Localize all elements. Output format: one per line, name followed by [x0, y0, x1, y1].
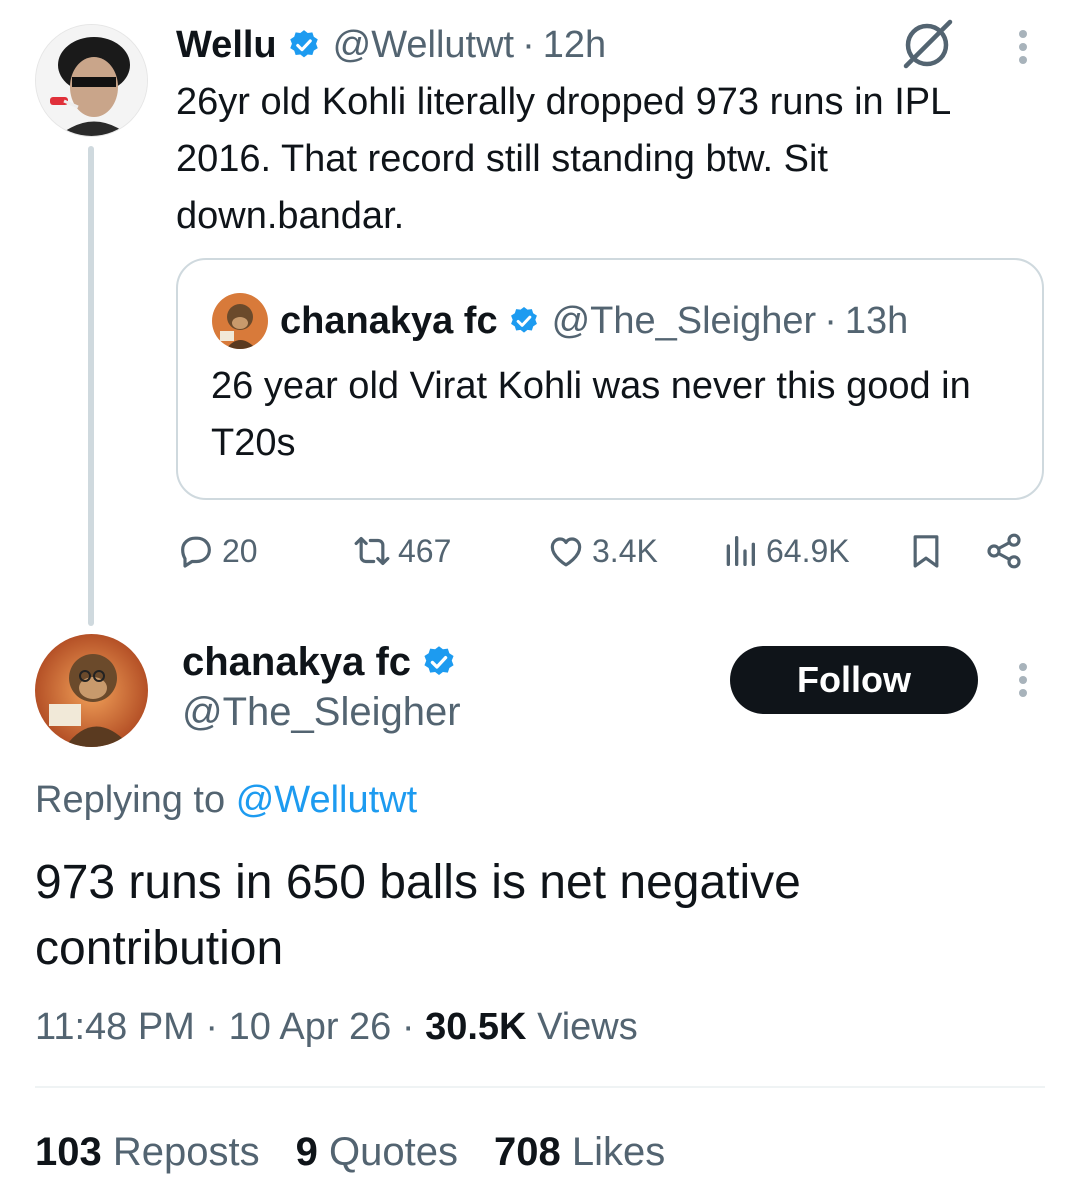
- parent-tweet-text: 26yr old Kohli literally dropped 973 run…: [176, 81, 950, 237]
- tweet-meta: 11:48 PM · 10 Apr 26 · 30.5K Views: [35, 1006, 638, 1049]
- reposts-stat[interactable]: 103 Reposts: [35, 1130, 260, 1175]
- quoted-tweet-card[interactable]: chanakya fc @The_Sleigher · 13h 26 year …: [176, 258, 1044, 500]
- more-icon[interactable]: [1015, 30, 1031, 64]
- views-icon: [726, 536, 755, 566]
- quoted-author-name: chanakya fc: [280, 299, 498, 342]
- tweet-views-label: Views: [537, 1006, 638, 1048]
- more-icon[interactable]: [1015, 663, 1031, 697]
- reply-count: 20: [222, 532, 258, 569]
- quotes-label: Quotes: [329, 1130, 458, 1174]
- views-count: 64.9K: [766, 532, 850, 569]
- likes-stat[interactable]: 708 Likes: [494, 1130, 665, 1175]
- separator-dot: ·: [522, 23, 535, 66]
- verified-badge-icon: [424, 646, 454, 676]
- repost-button[interactable]: 467: [352, 525, 451, 577]
- replying-to-link[interactable]: @Wellutwt: [236, 779, 417, 821]
- main-tweet-text: 973 runs in 650 balls is net negative co…: [35, 856, 801, 975]
- reply-icon: [181, 536, 211, 568]
- separator-dot: ·: [401, 1006, 426, 1048]
- tweet-date[interactable]: 10 Apr 26: [229, 1006, 392, 1048]
- like-count: 3.4K: [592, 532, 658, 569]
- like-icon: [550, 537, 582, 567]
- replying-prefix: Replying to: [35, 779, 226, 821]
- likes-count: 708: [493, 1130, 561, 1174]
- reply-button[interactable]: 20: [176, 525, 258, 577]
- engagement-stats: 103 Reposts 9 Quotes 708 Likes: [35, 1130, 665, 1175]
- quoted-author-avatar[interactable]: [212, 293, 268, 349]
- parent-tweet-header: Wellu @Wellutwt · 12h: [176, 22, 606, 68]
- like-button[interactable]: 3.4K: [546, 525, 658, 577]
- follow-button[interactable]: Follow: [730, 646, 978, 714]
- verified-badge-icon: [510, 307, 537, 333]
- main-author-handle[interactable]: @The_Sleigher: [182, 690, 461, 735]
- likes-label: Likes: [571, 1130, 666, 1174]
- tweet-time[interactable]: 11:48 PM: [35, 1006, 195, 1048]
- repost-icon: [354, 536, 390, 566]
- views-button[interactable]: 64.9K: [720, 525, 850, 577]
- reposts-label: Reposts: [112, 1130, 260, 1174]
- quoted-tweet-header: chanakya fc @The_Sleigher · 13h: [280, 298, 908, 344]
- bookmark-button[interactable]: [906, 525, 952, 577]
- divider: [35, 1086, 1045, 1088]
- reposts-count: 103: [35, 1130, 102, 1174]
- tweet-views-count: 30.5K: [425, 1006, 527, 1048]
- bookmark-icon: [913, 535, 939, 568]
- share-button[interactable]: [984, 525, 1030, 577]
- quoted-tweet-text: 26 year old Virat Kohli was never this g…: [211, 365, 971, 464]
- thread-connector-line: [88, 146, 94, 626]
- repost-count: 467: [398, 532, 452, 569]
- quoted-author-handle: @The_Sleigher: [551, 299, 817, 342]
- tweet-action-bar: 20 467 3.4K 64.9K: [176, 525, 1036, 577]
- main-author-avatar[interactable]: [35, 634, 148, 747]
- verified-badge-icon: [289, 30, 318, 58]
- separator-dot: ·: [205, 1006, 229, 1048]
- quotes-count: 9: [295, 1130, 318, 1174]
- parent-author-handle[interactable]: @Wellutwt: [333, 24, 514, 67]
- parent-tweet-time[interactable]: 12h: [543, 24, 606, 67]
- quoted-tweet-time: 13h: [844, 299, 909, 342]
- parent-author-name[interactable]: Wellu: [176, 24, 277, 67]
- main-author-name[interactable]: chanakya fc: [182, 640, 411, 685]
- grok-icon[interactable]: [900, 18, 958, 70]
- parent-avatar[interactable]: [35, 24, 148, 137]
- replying-to-line: Replying to @Wellutwt: [35, 779, 417, 822]
- separator-dot: ·: [824, 299, 837, 342]
- share-icon: [987, 533, 1021, 569]
- main-author-name-row: chanakya fc: [182, 638, 469, 686]
- quotes-stat[interactable]: 9 Quotes: [296, 1130, 458, 1175]
